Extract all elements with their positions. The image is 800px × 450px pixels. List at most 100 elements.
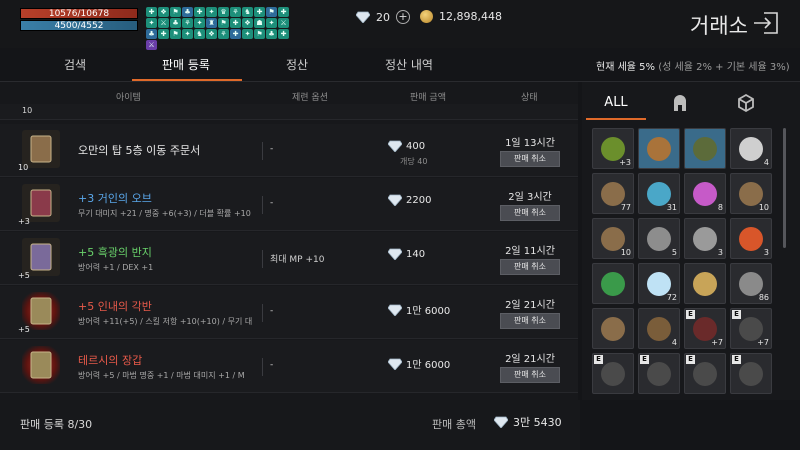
gold-coin-icon	[693, 272, 717, 296]
cancel-sale-button[interactable]: 판매 취소	[500, 205, 560, 221]
divider	[262, 196, 263, 214]
listing-row[interactable]: +5 +5 흑광의 반지 방어력 +1 / DEX +1 최대 MP +10 140 2일…	[0, 232, 578, 285]
inventory-grid: +3 4 77 31 8 10 10 5 3 3 72 86 4 E +7 E +7 E E E E	[592, 128, 776, 394]
inventory-slot[interactable]: E +7	[684, 308, 726, 349]
diamond-icon	[388, 194, 402, 206]
unit-price: 개당 40	[400, 157, 428, 166]
item-count: 4	[671, 338, 677, 347]
inventory-scrollbar[interactable]	[783, 128, 786, 248]
inventory-slot[interactable]: +3	[592, 128, 634, 169]
inventory-slot[interactable]	[684, 128, 726, 169]
top-bar: 10576/10678 4500/4552 ✚ ❖ ⚑ ♣ ✚ ✦ ♛ ⚘ ♞ ✚ ⚑ ✚ ✦ ⚔ ♣ ⚘ ✦ ♜…	[0, 0, 800, 50]
inventory-slot[interactable]: 10	[730, 173, 772, 214]
inventory-slot[interactable]: E	[638, 353, 680, 394]
price-value: 400	[406, 140, 426, 152]
cancel-sale-button[interactable]: 판매 취소	[500, 151, 560, 167]
dark-piece-icon	[601, 362, 625, 386]
item-stats: 무기 대미지 +21 / 명중 +6(+3) / 더블 확률 +10	[78, 209, 251, 218]
tax-label: 현재 세율	[596, 62, 636, 73]
diamond-icon	[388, 248, 402, 260]
item-count: 5	[671, 248, 677, 257]
tab-settlement[interactable]: 정산	[286, 56, 308, 73]
col-price: 판매 금액	[410, 93, 446, 103]
inventory-slot[interactable]: E	[592, 353, 634, 394]
inventory-slot[interactable]: E	[684, 353, 726, 394]
price-value: 140	[406, 248, 426, 260]
buff-icon: ✦	[206, 7, 217, 17]
green-ore-icon	[693, 137, 717, 161]
tax-rate: 현재 세율 5% (성 세율 2% + 기본 세율 3%)	[596, 58, 790, 73]
inventory-slot[interactable]: 3	[730, 218, 772, 259]
inventory-slot[interactable]: 4	[730, 128, 772, 169]
inventory-slot[interactable]: 77	[592, 173, 634, 214]
metal-ingot-icon	[647, 227, 671, 251]
divider	[262, 304, 263, 322]
tab-equipment[interactable]	[650, 88, 710, 118]
inventory-slot[interactable]	[592, 263, 634, 304]
inventory-slot[interactable]: 86	[730, 263, 772, 304]
price: 400	[388, 140, 425, 152]
buff-icon: ❖	[206, 29, 217, 39]
divider	[262, 250, 263, 268]
inventory-slot[interactable]: E	[730, 353, 772, 394]
refine-option: 최대 MP +10	[270, 255, 325, 265]
listing-row[interactable]: +3 +3 거인의 오브 무기 대미지 +21 / 명중 +6(+3) / 더블 확…	[0, 178, 578, 231]
col-option: 제련 옵션	[292, 93, 328, 103]
partial-row: 10	[0, 104, 578, 120]
cancel-sale-button[interactable]: 판매 취소	[500, 259, 560, 275]
buff-icon: ⚘	[218, 29, 229, 39]
diamond-icon	[494, 416, 508, 428]
inventory-slot[interactable]: 5	[638, 218, 680, 259]
tab-all[interactable]: ALL	[586, 88, 646, 118]
inventory-tabs: ALL	[582, 84, 782, 120]
inventory-slot[interactable]: 3	[684, 218, 726, 259]
inventory-slot[interactable]	[592, 308, 634, 349]
inventory-slot[interactable]	[684, 263, 726, 304]
item-count: 77	[620, 203, 631, 212]
tab-search[interactable]: 검색	[64, 56, 86, 73]
tab-sale-registration[interactable]: 판매 등록	[162, 56, 210, 73]
item-count: 4	[763, 158, 769, 167]
remaining-time: 2일 21시간	[505, 354, 555, 365]
inventory-slot[interactable]: 31	[638, 173, 680, 214]
remaining-time: 2일 11시간	[505, 246, 555, 257]
tab-materials[interactable]	[716, 88, 776, 118]
buff-icon: ✚	[194, 7, 205, 17]
item-level: +5	[18, 271, 30, 280]
item-icon: +3	[18, 184, 60, 226]
item-name: 테르시의 장갑	[78, 354, 143, 367]
inventory-slot[interactable]: E +7	[730, 308, 772, 349]
inventory-slot[interactable]: 4	[638, 308, 680, 349]
item-art-icon	[30, 351, 52, 379]
listing-row[interactable]: +5 +5 인내의 각반 방어력 +11(+5) / 스킬 저항 +10(+10) …	[0, 286, 578, 339]
scroll-icon	[601, 317, 625, 341]
helmet-icon	[674, 95, 686, 111]
item-stats: 방어력 +5 / 마법 명중 +1 / 마법 대미지 +1 / M	[78, 371, 245, 380]
exit-icon[interactable]	[752, 10, 780, 36]
equipped-badge: E	[686, 355, 695, 364]
inventory-slot[interactable]: 8	[684, 173, 726, 214]
remaining-time: 2일 21시간	[505, 300, 555, 311]
listing-row[interactable]: 10 오만의 탑 5층 이동 주문서 - 400 개당 40 1일 13시간 판매 취소	[0, 124, 578, 177]
item-count: 72	[666, 293, 677, 302]
buff-icon: ⚔	[278, 18, 289, 28]
inventory-slot[interactable]: 72	[638, 263, 680, 304]
cancel-sale-button[interactable]: 판매 취소	[500, 367, 560, 383]
buff-icon: ✦	[182, 29, 193, 39]
diamond-count: 20	[376, 10, 390, 24]
inventory-slot[interactable]: 10	[592, 218, 634, 259]
inventory-slot[interactable]	[638, 128, 680, 169]
item-icon: 10	[18, 130, 60, 172]
page-title: 거래소	[690, 14, 748, 38]
footer-bar: 판매 등록 8/30 판매 총액 3만 5430	[0, 400, 580, 450]
buff-icon: ♣	[146, 29, 157, 39]
item-name: +5 인내의 각반	[78, 300, 152, 313]
divider	[262, 142, 263, 160]
item-count: 86	[758, 293, 769, 302]
listing-row[interactable]: 테르시의 장갑방어력 +5 / 마법 명중 +1 / 마법 대미지 +1 / M…	[0, 340, 578, 393]
price-value: 1만 6000	[406, 360, 451, 371]
green-orb-icon	[601, 272, 625, 296]
add-diamond-button[interactable]: +	[396, 10, 410, 24]
tab-settlement-history[interactable]: 정산 내역	[385, 56, 433, 73]
cancel-sale-button[interactable]: 판매 취소	[500, 313, 560, 329]
